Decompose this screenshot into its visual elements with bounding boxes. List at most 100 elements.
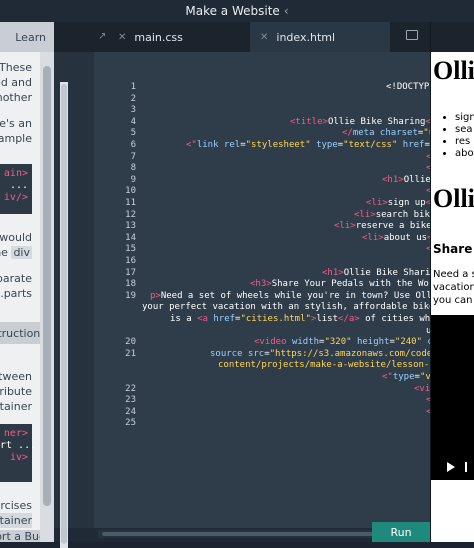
line-number: 25: [110, 418, 136, 428]
line-number: 6: [110, 140, 136, 150]
scrollbar-thumb[interactable]: [102, 532, 402, 536]
chevron-left-icon[interactable]: ‹: [284, 4, 289, 18]
tab-label: index.html: [276, 31, 335, 44]
expand-icon[interactable]: ↗: [98, 32, 108, 42]
preview-subheading: Share Y: [433, 242, 474, 256]
code-token: "cities.html": [240, 314, 310, 324]
code-token: p>: [150, 291, 161, 301]
code-token: "utf-8: [423, 128, 430, 138]
code-token: <!DOCTYPE html: [386, 82, 430, 92]
run-button[interactable]: Run: [372, 522, 430, 542]
code-line[interactable]: <li>reserve a bike</li>: [334, 221, 430, 231]
code-line[interactable]: is a <a href="cities.html">list</a> of c…: [170, 314, 430, 324]
line-number: 21: [110, 349, 136, 359]
code-token: <": [382, 372, 393, 382]
code-token: width: [292, 337, 319, 347]
preview-video[interactable]: [431, 315, 474, 480]
instruction-text: parate: [0, 271, 32, 286]
instruction-text: ded and: [0, 75, 32, 90]
instruction-text: ntainer: [0, 399, 32, 414]
instruction-text: tribute: [0, 384, 32, 399]
line-number: 14: [110, 233, 136, 243]
play-icon[interactable]: [447, 462, 455, 472]
close-icon[interactable]: ✕: [260, 32, 268, 43]
code-token: is a: [170, 314, 197, 324]
code-line[interactable]: <!DOCTYPE html: [386, 82, 430, 92]
code-line[interactable]: <li>search bikes</li>: [354, 210, 430, 220]
code-line[interactable]: <h3>Share Your Pedals with the World.</h: [250, 279, 430, 289]
code-token: <h1>: [322, 268, 344, 278]
folder-icon[interactable]: [406, 30, 418, 40]
code-snippet-line: iv>: [0, 452, 28, 464]
code-line[interactable]: content/projects/make-a-website/lesson-1…: [218, 360, 430, 370]
code-token: <video: [254, 337, 292, 347]
code-token: <h3>: [250, 279, 272, 289]
code-snippet-line: ...: [0, 180, 28, 192]
line-number: 20: [110, 337, 136, 347]
code-token: Ollie: [404, 175, 430, 185]
volume-icon[interactable]: [465, 462, 474, 472]
instruction-text: .parts: [0, 286, 32, 301]
code-line[interactable]: <"link rel="stylesheet" type="text/css" …: [186, 140, 430, 150]
code-token: type: [393, 372, 415, 382]
code-token: Share Your Pedals with the World.: [272, 279, 430, 289]
code-line[interactable]: <h1>Ollie Bike Sharing</h: [322, 268, 430, 278]
preview-list-item: sign: [455, 112, 474, 124]
instruction-text: nother: [0, 90, 32, 105]
scrollbar-thumb[interactable]: [43, 66, 51, 506]
code-token: <li>: [362, 233, 384, 243]
instruction-text: re's an: [0, 116, 32, 131]
instructions-panel: Learn These ded and nother re's an ample…: [0, 22, 54, 542]
line-number: 22: [110, 384, 136, 394]
line-number: 9: [110, 175, 136, 185]
editor-vertical-scrollbar[interactable]: [60, 82, 68, 548]
editor-gutter: [54, 52, 98, 528]
code-token: content/projects/make-a-website/lesson-1…: [218, 360, 430, 370]
code-token: <h1>: [382, 175, 404, 185]
preview-list-item: res: [455, 136, 474, 148]
learn-tab[interactable]: Learn: [0, 22, 54, 52]
line-number: 2: [110, 94, 136, 104]
code-token: "stylesheet": [246, 140, 311, 150]
code-token: search bikes: [376, 210, 430, 220]
code-token: Ollie Bike Sharing: [328, 117, 426, 127]
close-icon[interactable]: ✕: [118, 32, 126, 43]
line-number: 23: [110, 395, 136, 405]
preview-heading-1: Olli: [433, 56, 474, 86]
code-line[interactable]: <"type="video/m: [382, 372, 430, 382]
code-snippet: ner> rt ... iv>: [0, 424, 32, 482]
line-number: 1: [110, 82, 136, 92]
scrollbar-thumb[interactable]: [61, 84, 67, 544]
line-number: 15: [110, 244, 136, 254]
code-editor: ↗ ✕ main.css ✕ index.html 1 <!DOCTYPE htm…: [54, 22, 430, 542]
preview-pane: Olli sign sea res abo Olli Share Y Need …: [430, 22, 474, 542]
window-title: Make a Website: [185, 4, 279, 18]
instructions-scrollbar[interactable]: [40, 52, 54, 542]
instruction-text: would: [0, 230, 32, 245]
code-line[interactable]: <title>Ollie Bike Sharing</title>: [290, 117, 430, 127]
code-token: controls: [422, 337, 430, 347]
code-line[interactable]: source src="https://s3.amazonaws.com/cod…: [210, 349, 430, 359]
code-line[interactable]: <video width="320" height="240" controls…: [254, 337, 430, 347]
instruction-text: These: [0, 60, 32, 75]
line-number: 11: [110, 198, 136, 208]
tab-index-html[interactable]: ✕ index.html: [250, 22, 390, 52]
code-line[interactable]: your perfect vacation with an stylish, a…: [142, 302, 430, 312]
tab-main-css[interactable]: ✕ main.css: [118, 22, 248, 52]
code-line[interactable]: <li>sign up</li>: [366, 198, 430, 208]
code-area[interactable]: 1<!DOCTYPE html2<htm3<hea4<title>Ollie B…: [94, 52, 430, 528]
line-number: 4: [110, 117, 136, 127]
code-line[interactable]: </meta charset="utf-8: [342, 128, 430, 138]
code-token: source src: [210, 349, 264, 359]
line-number: 5: [110, 128, 136, 138]
code-snippet-line: rt ...: [0, 440, 28, 452]
code-line[interactable]: <video/>: [414, 384, 430, 394]
code-line[interactable]: p>Need a set of wheels while you're in t…: [150, 291, 430, 301]
code-token: </: [342, 128, 353, 138]
line-number: 10: [110, 186, 136, 196]
code-snippet: ain> ... iv/>: [0, 164, 32, 214]
window-titlebar: Make a Website ‹: [0, 0, 474, 23]
code-line[interactable]: <h1>Ollie</h1>: [382, 175, 430, 185]
preview-list-item: abo: [455, 148, 474, 160]
code-line[interactable]: <li>about us</li>: [362, 233, 430, 243]
